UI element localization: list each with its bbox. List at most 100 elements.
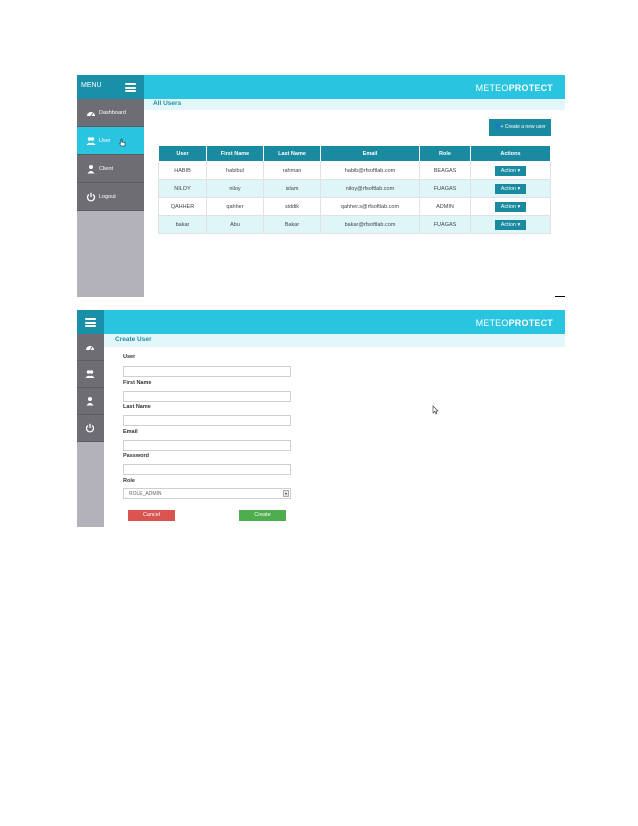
col-header: Last Name	[263, 145, 321, 162]
cell-last-name: siddik	[263, 197, 321, 216]
hamburger-icon[interactable]	[85, 318, 96, 327]
table-row: bakar Abu Bakar bakar@rfsoftlab.com FUAG…	[158, 215, 551, 234]
sidebar-item-dashboard[interactable]: Dashboard	[77, 99, 144, 127]
hand-cursor-icon	[119, 138, 126, 147]
table-header-row: User First Name Last Name Email Role Act…	[158, 145, 551, 162]
caret-down-icon: ▾	[517, 221, 521, 228]
cell-actions: Action ▾	[470, 179, 551, 198]
create-user-button[interactable]: 👤+ Create a new user	[489, 119, 551, 136]
password-field-label: Password	[123, 453, 149, 459]
table-row: NILOY niloy islam niloy@rfsoftlab.com FU…	[158, 179, 551, 198]
all-users-screen: MENU Dashboard User Client Logout METEOP…	[77, 75, 565, 297]
cell-role: ADMIN	[419, 197, 471, 216]
cell-actions: Action ▾	[470, 197, 551, 216]
cell-email: habib@rfsoftlab.com	[320, 161, 420, 180]
sidebar-item-label: Logout	[99, 194, 116, 200]
cell-actions: Action ▾	[470, 215, 551, 234]
menu-header	[77, 310, 104, 334]
cell-user: HABIB	[158, 161, 207, 180]
email-input[interactable]	[123, 440, 291, 451]
table-row: QAHHER qahher siddik qahher.s@rfsoftlab.…	[158, 197, 551, 216]
page-title: Create User	[115, 336, 152, 343]
cell-user: bakar	[158, 215, 207, 234]
mouse-pointer-icon	[432, 405, 439, 415]
cell-user: NILOY	[158, 179, 207, 198]
cancel-button[interactable]: Cancel	[128, 510, 175, 521]
sidebar-item-user[interactable]	[77, 361, 104, 388]
table-row: HABIB habibul rahman habib@rfsoftlab.com…	[158, 161, 551, 180]
users-table: User First Name Last Name Email Role Act…	[158, 145, 551, 234]
page-header: Create User	[104, 334, 565, 347]
first-name-field-label: First Name	[123, 380, 152, 386]
sidebar-item-logout[interactable]	[77, 415, 104, 442]
col-header: User	[158, 145, 207, 162]
sidebar-item-label: Client	[99, 166, 114, 172]
cell-first-name: niloy	[206, 179, 264, 198]
top-bar: METEOPROTECT	[144, 75, 565, 99]
cell-email: niloy@rfsoftlab.com	[320, 179, 420, 198]
sidebar-item-label: User	[99, 138, 111, 144]
last-name-input[interactable]	[123, 415, 291, 426]
add-user-icon: 👤+	[494, 124, 504, 130]
sidebar-item-user[interactable]: User	[77, 127, 144, 155]
menu-header: MENU	[77, 75, 144, 99]
cell-user: QAHHER	[158, 197, 207, 216]
cell-last-name: rahman	[263, 161, 321, 180]
sidebar-item-client[interactable]: Client	[77, 155, 144, 183]
cell-first-name: habibul	[206, 161, 264, 180]
caret-down-icon: ▾	[517, 167, 521, 174]
cell-first-name: Abu	[206, 215, 264, 234]
hamburger-icon[interactable]	[125, 83, 136, 92]
users-icon	[86, 137, 96, 145]
caret-down-icon: ▾	[517, 203, 521, 210]
col-header: Email	[320, 145, 420, 162]
page-header: All Users	[144, 99, 565, 110]
create-user-screen: METEOPROTECT Create User User First Name…	[77, 310, 565, 527]
meteoprotect-logo: METEOPROTECT	[475, 83, 553, 93]
cell-last-name: Bakar	[263, 215, 321, 234]
meteoprotect-logo: METEOPROTECT	[475, 318, 553, 328]
dashboard-icon	[87, 112, 95, 117]
cell-email: qahher.s@rfsoftlab.com	[320, 197, 420, 216]
cell-first-name: qahher	[206, 197, 264, 216]
action-dropdown-button[interactable]: Action ▾	[494, 165, 527, 176]
person-icon	[87, 165, 95, 174]
create-button[interactable]: Create	[239, 510, 286, 521]
dashboard-icon	[86, 346, 94, 351]
cell-role: BEAGAS	[419, 161, 471, 180]
role-selected-value: ROLE_ADMIN	[129, 491, 162, 497]
last-name-field-label: Last Name	[123, 404, 151, 410]
action-dropdown-button[interactable]: Action ▾	[494, 219, 527, 230]
caret-down-icon: ▾	[517, 185, 521, 192]
sidebar-item-dashboard[interactable]	[77, 334, 104, 361]
users-icon	[85, 370, 95, 378]
role-field-label: Role	[123, 478, 135, 484]
cell-email: bakar@rfsoftlab.com	[320, 215, 420, 234]
col-header: Role	[419, 145, 471, 162]
page-title: All Users	[153, 100, 182, 107]
sidebar-item-logout[interactable]: Logout	[77, 183, 144, 211]
person-icon	[86, 397, 94, 406]
password-input[interactable]	[123, 464, 291, 475]
role-select[interactable]: ROLE_ADMIN ▾	[123, 488, 291, 499]
email-field-label: Email	[123, 429, 138, 435]
action-dropdown-button[interactable]: Action ▾	[494, 201, 527, 212]
power-icon	[86, 192, 96, 202]
user-input[interactable]	[123, 366, 291, 377]
col-header: First Name	[206, 145, 264, 162]
col-header: Actions	[470, 145, 551, 162]
cell-role: FUAGAS	[419, 215, 471, 234]
user-field-label: User	[123, 354, 136, 360]
chevron-down-icon: ▾	[283, 490, 289, 497]
sidebar-item-label: Dashboard	[99, 110, 126, 116]
cell-role: FUAGAS	[419, 179, 471, 198]
create-user-label: Create a new user	[504, 124, 546, 130]
power-icon	[85, 423, 95, 433]
divider	[555, 296, 565, 297]
first-name-input[interactable]	[123, 391, 291, 402]
cell-actions: Action ▾	[470, 161, 551, 180]
action-dropdown-button[interactable]: Action ▾	[494, 183, 527, 194]
sidebar-item-client[interactable]	[77, 388, 104, 415]
top-bar: METEOPROTECT	[104, 310, 565, 334]
menu-label: MENU	[81, 82, 102, 89]
